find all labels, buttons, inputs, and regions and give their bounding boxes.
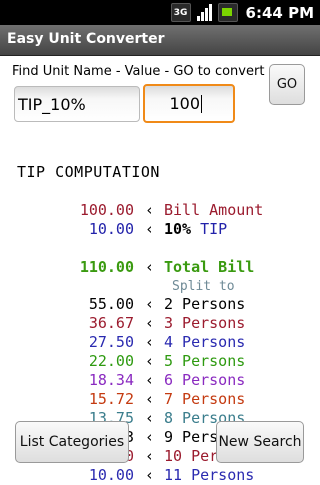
go-button[interactable]: GO: [269, 64, 305, 105]
arrow-left-icon: ‹: [145, 409, 155, 427]
result-row: 110.00 ‹ Total Bill: [0, 258, 320, 277]
arrow-left-icon: ‹: [145, 220, 155, 238]
result-amount: 10.00: [88, 466, 134, 484]
result-amount: 10.00: [88, 220, 134, 238]
app-title: Easy Unit Converter: [7, 31, 165, 47]
result-label: 2 Persons: [164, 295, 246, 313]
text-caret: [201, 94, 202, 113]
result-amount: 110.00: [79, 258, 134, 276]
result-row: 10.00 ‹ 10% TIP: [0, 220, 320, 239]
result-row: 36.67 ‹ 3 Persons: [0, 314, 320, 333]
value-input[interactable]: 100: [143, 84, 235, 123]
arrow-left-icon: ‹: [145, 333, 155, 351]
result-amount: 15.72: [88, 390, 134, 408]
result-label: 3 Persons: [164, 314, 246, 332]
status-icons: 3G 6:44 PM: [170, 3, 314, 22]
unit-name-text: TIP_10%: [18, 94, 86, 114]
result-label: 7 Persons: [164, 390, 246, 408]
arrow-left-icon: ‹: [145, 258, 155, 276]
arrow-left-icon: ‹: [145, 295, 155, 313]
result-amount: 27.50: [88, 333, 134, 351]
unit-name-input[interactable]: TIP_10%: [14, 86, 140, 122]
result-row: 22.00 ‹ 5 Persons: [0, 352, 320, 371]
result-row: 100.00 ‹ Bill Amount: [0, 201, 320, 220]
status-bar: 3G 6:44 PM: [0, 0, 320, 25]
result-label: 10% TIP: [164, 220, 228, 238]
arrow-left-icon: ‹: [145, 201, 155, 219]
result-label: Total Bill: [164, 258, 255, 276]
result-title: TIP COMPUTATION: [17, 163, 160, 181]
arrow-left-icon: ‹: [145, 390, 155, 408]
result-row: 27.50 ‹ 4 Persons: [0, 333, 320, 352]
arrow-left-icon: ‹: [145, 352, 155, 370]
arrow-left-icon: ‹: [145, 466, 155, 484]
result-row: 55.00 ‹ 2 Persons: [0, 295, 320, 314]
value-text: 100: [169, 94, 200, 113]
arrow-left-icon: ‹: [145, 314, 155, 332]
arrow-left-icon: ‹: [145, 371, 155, 389]
result-row: 18.34 ‹ 6 Persons: [0, 371, 320, 390]
result-amount: 100.00: [79, 201, 134, 219]
result-amount: 55.00: [88, 295, 134, 313]
battery-icon: [217, 3, 238, 22]
result-label: 4 Persons: [164, 333, 246, 351]
title-bar: Easy Unit Converter: [0, 25, 320, 56]
result-amount: 22.00: [88, 352, 134, 370]
new-search-button[interactable]: New Search: [216, 421, 304, 463]
result-label: 6 Persons: [164, 371, 246, 389]
signal-icon: [196, 4, 212, 21]
result-label: 5 Persons: [164, 352, 246, 370]
result-label: 11 Persons: [164, 466, 255, 484]
result-label: Bill Amount: [164, 201, 264, 219]
arrow-left-icon: ‹: [145, 447, 155, 465]
result-row: 15.72 ‹ 7 Persons: [0, 390, 320, 409]
split-label: Split to: [172, 279, 235, 294]
result-row: 10.00 ‹ 11 Persons: [0, 466, 320, 485]
status-time: 6:44 PM: [245, 3, 314, 22]
search-instructions-label: Find Unit Name - Value - GO to convert: [12, 64, 265, 79]
result-amount: 18.34: [88, 371, 134, 389]
arrow-left-icon: ‹: [145, 428, 155, 446]
3g-icon: 3G: [170, 3, 191, 22]
list-categories-button[interactable]: List Categories: [15, 421, 129, 463]
result-amount: 36.67: [88, 314, 134, 332]
